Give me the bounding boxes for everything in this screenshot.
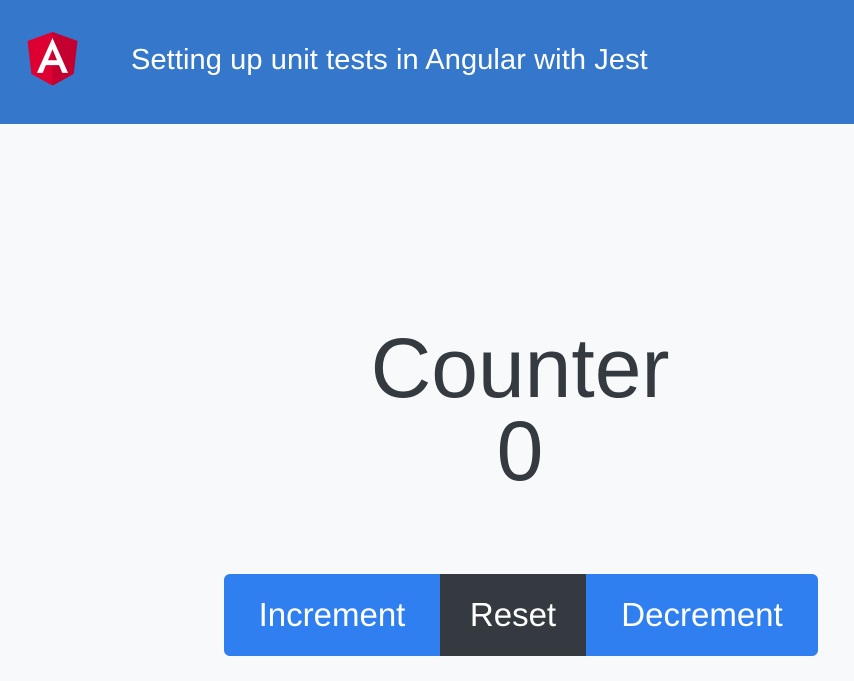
increment-button[interactable]: Increment [224,574,440,656]
page-title: Setting up unit tests in Angular with Je… [131,44,648,76]
app-header: Setting up unit tests in Angular with Je… [0,0,854,124]
angular-logo-icon [27,32,78,86]
reset-button[interactable]: Reset [440,574,586,656]
counter-app: Setting up unit tests in Angular with Je… [0,0,854,681]
decrement-button[interactable]: Decrement [586,574,818,656]
counter-heading: Counter [370,321,670,416]
counter-value: 0 [496,404,544,498]
